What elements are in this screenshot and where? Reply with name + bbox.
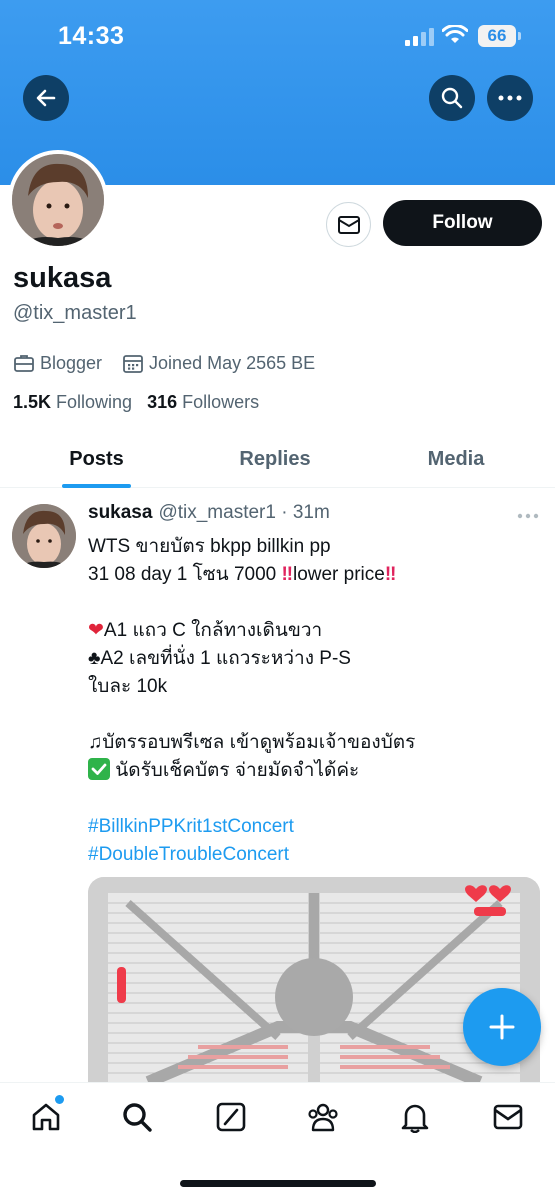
battery-tip — [518, 32, 521, 40]
compose-button[interactable] — [463, 988, 541, 1066]
tweet-line: ♫บัตรรอบพรีเซล เข้าดูพร้อมเจ้าของบัตร — [88, 729, 543, 757]
tab-replies-label: Replies — [239, 447, 311, 470]
search-button[interactable] — [429, 75, 475, 121]
followers-count: 316 — [147, 392, 178, 412]
tweet-line: ♣A2 เลขที่นั่ง 1 แถวระหว่าง P-S — [88, 645, 543, 673]
tweet-line: นัดรับเช็คบัตร จ่ายมัดจำได้ค่ะ — [88, 757, 543, 785]
tweet-author-name[interactable]: sukasa — [88, 502, 152, 524]
active-tab-indicator — [62, 484, 131, 488]
tweet-header: sukasa @tix_master1 · 31m — [88, 502, 330, 524]
plus-icon — [489, 1014, 515, 1040]
tweet-gap — [88, 785, 543, 813]
hashtag-link[interactable]: #DoubleTroubleConcert — [88, 841, 543, 869]
tab-media[interactable]: Media — [357, 430, 555, 488]
tweet-line-text: A1 แถว C ใกล้ทางเดินขวา — [103, 620, 323, 641]
music-notes-icon: ♫ — [88, 732, 103, 753]
club-suit-icon: ♣ — [88, 648, 101, 669]
nav-grok[interactable] — [214, 1100, 248, 1134]
nav-communities[interactable] — [306, 1100, 340, 1134]
grok-icon — [216, 1102, 246, 1132]
search-icon — [123, 1103, 152, 1132]
tweet-line-text: lower price — [292, 564, 385, 585]
nav-notifications[interactable] — [398, 1100, 432, 1134]
signal-icon — [405, 28, 434, 46]
profile-stats: 1.5K Following 316 Followers — [13, 392, 274, 413]
communities-icon — [308, 1103, 338, 1132]
followers-link[interactable]: 316 Followers — [147, 392, 259, 413]
tab-replies[interactable]: Replies — [193, 430, 357, 488]
profile-tabs: Posts Replies Media — [0, 430, 555, 488]
tweet-line: ใบละ 10k — [88, 676, 168, 697]
nav-home[interactable] — [29, 1100, 63, 1134]
followers-label: Followers — [182, 392, 260, 412]
messages-icon — [493, 1104, 523, 1130]
tweet-line-text: 31 08 day 1 โซน 7000 — [88, 564, 282, 585]
tab-posts[interactable]: Posts — [0, 430, 193, 488]
nav-messages[interactable] — [491, 1100, 525, 1134]
back-button[interactable] — [23, 75, 69, 121]
status-bar: 14:33 66 — [0, 0, 555, 70]
tweet-line: WTS ขายบัตร bkpp billkin pp — [88, 536, 331, 557]
tweet-line-text: นัดรับเช็คบัตร จ่ายมัดจำได้ค่ะ — [110, 760, 360, 781]
tweet-line-text: บัตรรอบพรีเซล เข้าดูพร้อมเจ้าของบัตร — [102, 732, 416, 753]
double-exclamation-icon: ‼ — [384, 564, 397, 585]
tweet-line: 31 08 day 1 โซน 7000 ‼lower price‼ — [88, 561, 543, 589]
tab-posts-label: Posts — [69, 447, 124, 470]
wifi-icon — [442, 25, 468, 43]
arrow-left-icon — [36, 89, 56, 107]
profile-joined: Joined May 2565 BE — [122, 352, 315, 374]
profile-handle: @tix_master1 — [13, 302, 137, 324]
following-count: 1.5K — [13, 392, 52, 412]
profile-category-label: Blogger — [40, 352, 103, 373]
notifications-icon — [401, 1104, 429, 1133]
tweet-gap — [88, 589, 543, 617]
tweet-separator: · — [275, 502, 293, 523]
tweet-avatar[interactable] — [12, 504, 76, 568]
message-button[interactable] — [326, 202, 371, 247]
nav-explore[interactable] — [120, 1100, 154, 1134]
follow-button[interactable]: Follow — [383, 200, 542, 246]
following-link[interactable]: 1.5K Following — [13, 392, 132, 413]
briefcase-icon — [14, 355, 34, 372]
more-horizontal-icon — [498, 95, 522, 101]
profile-avatar[interactable] — [8, 150, 108, 250]
double-exclamation-icon: ‼ — [281, 564, 293, 585]
tweet-line: ❤A1 แถว C ใกล้ทางเดินขวา — [88, 617, 543, 645]
home-icon — [32, 1103, 60, 1131]
avatar-image — [12, 154, 104, 246]
hashtag-link[interactable]: #BillkinPPKrit1stConcert — [88, 813, 543, 841]
tweet-line-text: A2 เลขที่นั่ง 1 แถวระหว่าง P-S — [100, 648, 351, 669]
tweet-gap — [88, 701, 543, 729]
check-mark-button-icon — [88, 758, 110, 780]
profile-meta: Blogger Joined May 2565 BE — [13, 351, 335, 375]
tweet-text: WTS ขายบัตร bkpp billkin pp 31 08 day 1 … — [88, 533, 543, 869]
tab-media-label: Media — [427, 447, 485, 470]
home-notification-dot — [55, 1095, 64, 1104]
profile-joined-label: Joined May 2565 BE — [149, 352, 316, 373]
tweet-time: 31m — [292, 502, 330, 523]
home-indicator — [180, 1180, 376, 1187]
following-label: Following — [56, 392, 133, 412]
profile-category: Blogger — [13, 352, 102, 374]
more-horizontal-icon[interactable] — [516, 512, 540, 520]
search-icon — [441, 87, 463, 109]
battery-indicator: 66 — [478, 25, 516, 47]
tweet-avatar-image — [12, 504, 76, 568]
more-button[interactable] — [487, 75, 533, 121]
profile-display-name: sukasa — [13, 262, 112, 294]
status-time: 14:33 — [58, 22, 125, 50]
calendar-icon — [123, 355, 143, 373]
red-heart-icon: ❤ — [88, 620, 104, 641]
tweet-author-handle[interactable]: @tix_master1 — [158, 502, 276, 524]
mail-icon — [337, 215, 360, 234]
